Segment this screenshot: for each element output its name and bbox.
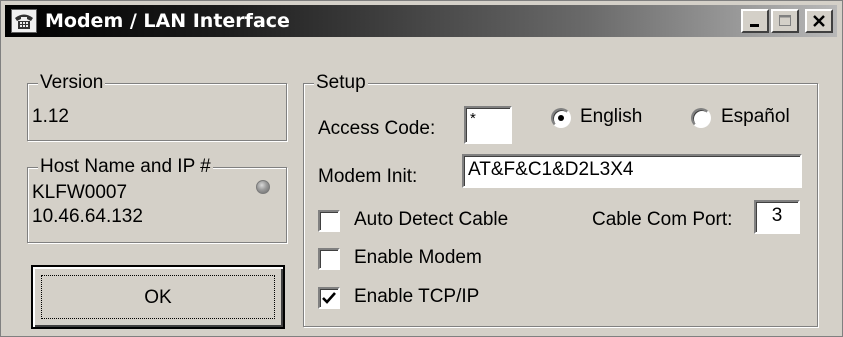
setup-group-label: Setup (314, 72, 368, 94)
close-button[interactable] (805, 9, 833, 33)
maximize-button[interactable] (771, 9, 799, 33)
auto-detect-cable-label[interactable]: Auto Detect Cable (354, 209, 508, 231)
modem-init-input[interactable]: AT&F&C1&D2L3X4 (462, 154, 802, 188)
enable-modem-label[interactable]: Enable Modem (354, 247, 482, 269)
modem-init-label: Modem Init: (318, 166, 418, 187)
setup-group: Setup Access Code: * English Español Mod… (303, 72, 818, 327)
enable-tcpip-checkbox[interactable] (318, 287, 340, 309)
espanol-radio-label[interactable]: Español (721, 106, 790, 128)
english-radio-label[interactable]: English (580, 106, 642, 128)
checkmark-icon (322, 292, 336, 304)
english-radio[interactable] (551, 108, 571, 128)
enable-modem-checkbox[interactable] (318, 248, 340, 270)
access-code-input[interactable]: * (464, 106, 512, 144)
window-title: Modem / LAN Interface (45, 10, 290, 32)
host-group: Host Name and IP # KLFW0007 10.46.64.132 (27, 156, 287, 243)
minimize-icon (750, 24, 759, 27)
cable-com-port-label: Cable Com Port: (592, 209, 733, 230)
close-icon (813, 15, 825, 27)
ok-button-label: OK (144, 287, 172, 308)
modem-phone-icon (11, 9, 37, 33)
access-code-label: Access Code: (318, 118, 436, 139)
modem-lan-window: Modem / LAN Interface Version 1.12 Host … (0, 0, 843, 337)
version-group: Version 1.12 (27, 72, 287, 141)
host-group-label: Host Name and IP # (38, 156, 213, 178)
maximize-icon (779, 15, 791, 26)
radio-selected-dot (558, 115, 564, 121)
ip-address-value: 10.46.64.132 (32, 206, 143, 227)
cable-com-port-input[interactable]: 3 (754, 200, 800, 234)
version-group-label: Version (38, 72, 106, 94)
enable-tcpip-label[interactable]: Enable TCP/IP (354, 286, 479, 308)
espanol-radio[interactable] (691, 108, 711, 128)
status-led-icon (256, 180, 270, 194)
auto-detect-cable-checkbox[interactable] (318, 210, 340, 232)
ok-button[interactable]: OK (31, 265, 285, 329)
title-bar[interactable]: Modem / LAN Interface (5, 5, 837, 37)
host-name-value: KLFW0007 (32, 182, 128, 203)
version-value: 1.12 (32, 106, 69, 127)
minimize-button[interactable] (741, 9, 769, 33)
